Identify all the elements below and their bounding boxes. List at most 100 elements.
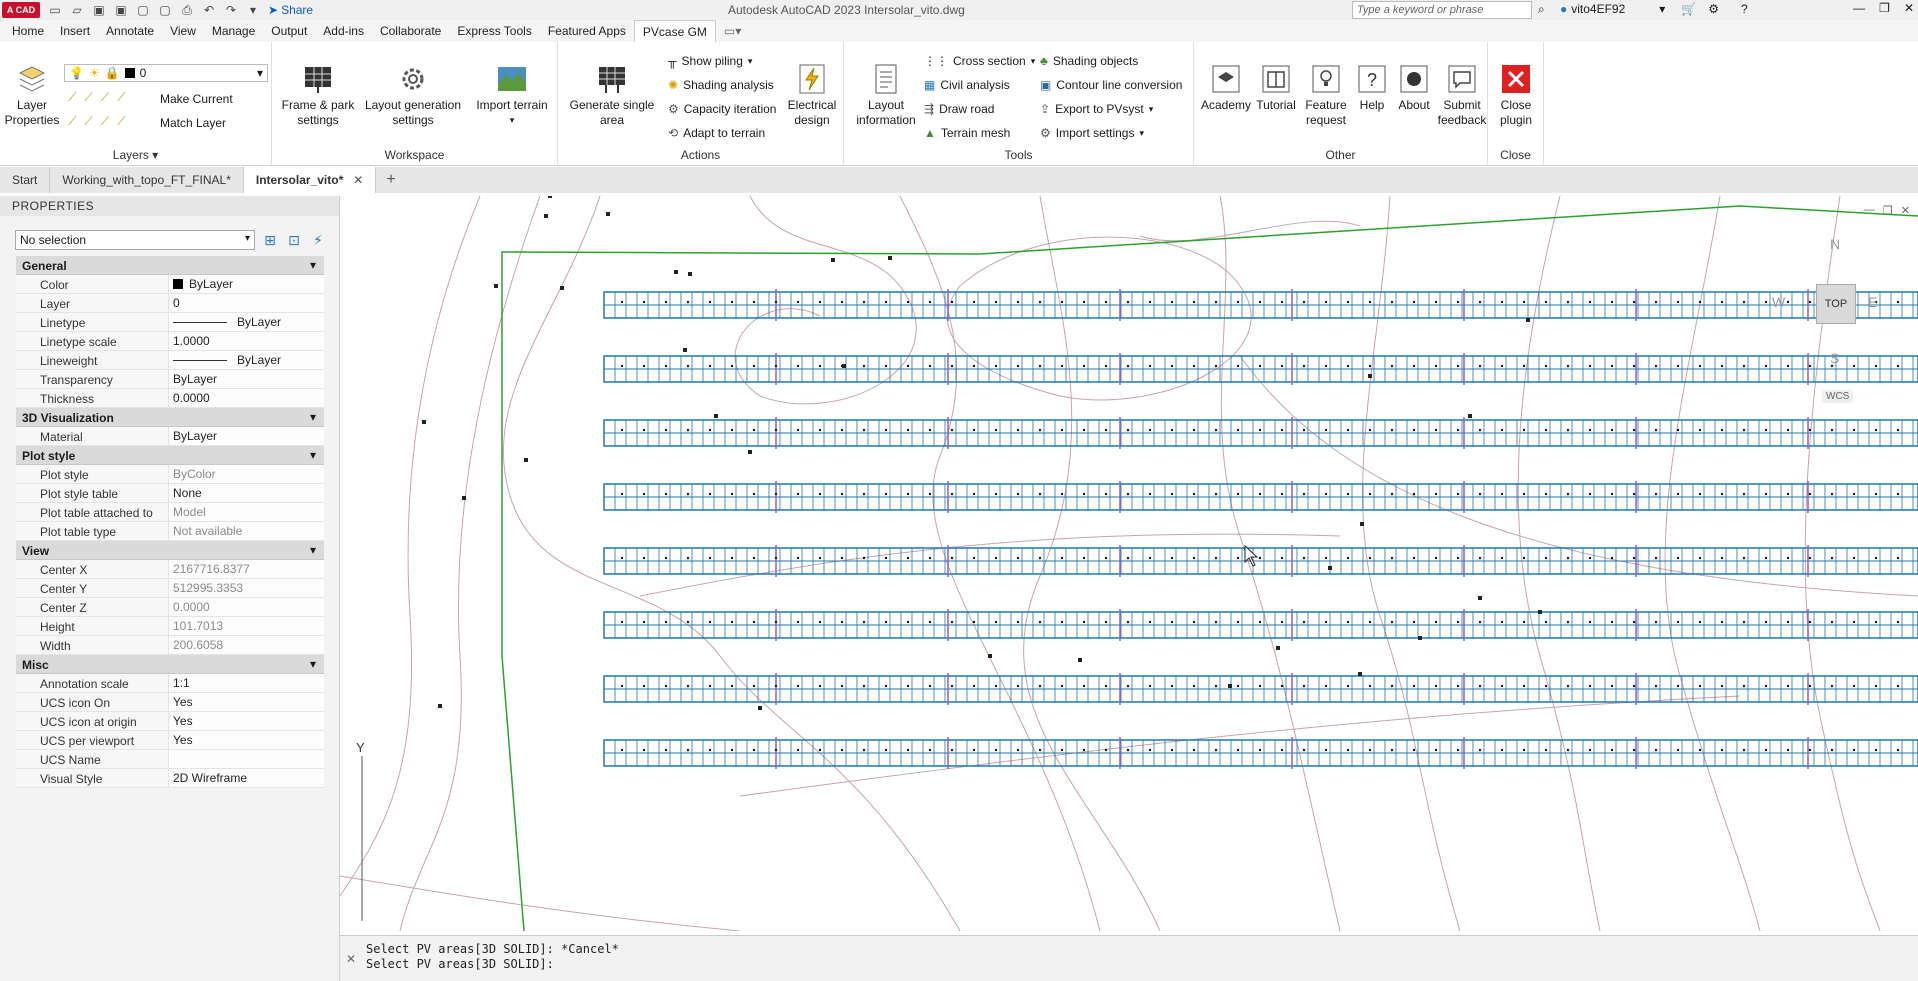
property-value[interactable]: [168, 750, 324, 768]
property-row[interactable]: Center Y 512995.3353: [16, 579, 324, 598]
tab-view[interactable]: View: [162, 20, 204, 42]
layer-properties-button[interactable]: Layer Properties: [5, 62, 59, 128]
tab-express-tools[interactable]: Express Tools: [449, 20, 539, 42]
terrain-mesh-button[interactable]: ▲ Terrain mesh: [924, 126, 1010, 140]
shading-analysis-button[interactable]: ✺ Shading analysis: [668, 78, 774, 92]
submit-feedback-button[interactable]: Submit feedback: [1436, 62, 1488, 128]
property-row[interactable]: UCS icon at origin Yes: [16, 712, 324, 731]
property-value[interactable]: Yes: [168, 712, 324, 730]
new-tab-button[interactable]: +: [376, 171, 405, 189]
generate-single-area-button[interactable]: Generate single area: [562, 62, 662, 128]
tutorial-button[interactable]: Tutorial: [1252, 62, 1300, 113]
toggle-pickadd-icon[interactable]: ⊞: [261, 231, 279, 249]
tab-annotate[interactable]: Annotate: [98, 20, 162, 42]
compass-east[interactable]: E: [1868, 294, 1877, 310]
close-icon[interactable]: ✕: [353, 173, 363, 187]
property-value[interactable]: ByLayer: [168, 313, 324, 331]
share-button[interactable]: ➤ Share: [268, 3, 313, 17]
qat-customize-icon[interactable]: ▾: [244, 2, 262, 18]
about-button[interactable]: About: [1392, 62, 1436, 113]
close-icon[interactable]: ✕: [1904, 1, 1914, 15]
import-terrain-button[interactable]: Import terrain ▾: [470, 62, 554, 128]
property-row[interactable]: Center Z 0.0000: [16, 598, 324, 617]
redo-icon[interactable]: ↷: [222, 2, 240, 18]
property-row[interactable]: Color ByLayer: [16, 275, 324, 294]
property-row[interactable]: Material ByLayer: [16, 427, 324, 446]
new-file-icon[interactable]: ▭: [46, 2, 64, 18]
import-settings-button[interactable]: ⚙ Import settings ▾: [1040, 126, 1144, 140]
web-save-icon[interactable]: ▢: [156, 2, 174, 18]
property-value[interactable]: 0.0000: [168, 598, 324, 616]
section-header[interactable]: Misc: [16, 655, 324, 674]
minimize-icon[interactable]: —: [1864, 204, 1875, 217]
compass-west[interactable]: W: [1772, 294, 1785, 310]
help-button[interactable]: ? Help: [1352, 62, 1392, 113]
show-piling-button[interactable]: ╥ Show piling ▾: [668, 54, 752, 68]
property-value[interactable]: Not available: [168, 522, 324, 540]
layer-tool-icon[interactable]: ⟋: [84, 90, 92, 105]
make-current-button[interactable]: Make Current: [160, 92, 233, 106]
tab-insert[interactable]: Insert: [52, 20, 98, 42]
select-objects-icon[interactable]: ⊡: [285, 231, 303, 249]
search-icon[interactable]: ⌕: [1538, 2, 1545, 17]
property-value[interactable]: 1:1: [168, 674, 324, 692]
cross-section-button[interactable]: ⋮⋮ Cross section ▾: [924, 54, 1035, 68]
layer-tool-icon[interactable]: ⟋: [68, 114, 76, 129]
section-header[interactable]: Plot style: [16, 446, 324, 465]
frame-park-settings-button[interactable]: Frame & park settings: [278, 62, 358, 128]
property-value[interactable]: 101.7013: [168, 617, 324, 635]
draw-road-button[interactable]: ⇶ Draw road: [924, 102, 994, 116]
match-layer-button[interactable]: Match Layer: [160, 116, 226, 130]
plot-icon[interactable]: ⎙: [178, 2, 196, 18]
file-tab-start[interactable]: Start: [0, 167, 51, 193]
tab-output[interactable]: Output: [263, 20, 315, 42]
tab-home[interactable]: Home: [4, 20, 52, 42]
adapt-to-terrain-button[interactable]: ⟲ Adapt to terrain: [668, 126, 765, 140]
file-tab-working-with-topo[interactable]: Working_with_topo_FT_FINAL*: [50, 167, 244, 193]
close-icon[interactable]: ✕: [346, 952, 356, 966]
property-value[interactable]: 200.6058: [168, 636, 324, 654]
section-header[interactable]: 3D Visualization: [16, 408, 324, 427]
close-icon[interactable]: ✕: [1901, 204, 1910, 217]
property-row[interactable]: Annotation scale 1:1: [16, 674, 324, 693]
property-value[interactable]: ByLayer: [168, 275, 324, 293]
layer-tool-icon[interactable]: ⟋: [68, 90, 76, 105]
cart-icon[interactable]: 🛒: [1681, 2, 1696, 16]
viewcube[interactable]: N W TOP E S WCS: [1770, 236, 1880, 403]
layer-tool-icon[interactable]: ⟋: [101, 114, 109, 129]
property-value[interactable]: 0.0000: [168, 389, 324, 407]
property-row[interactable]: Plot table attached to Model: [16, 503, 324, 522]
search-input[interactable]: Type a keyword or phrase: [1352, 1, 1532, 19]
property-row[interactable]: Plot style table None: [16, 484, 324, 503]
panel-title-layers[interactable]: Layers ▾: [0, 148, 271, 162]
property-row[interactable]: Linetype scale 1.0000: [16, 332, 324, 351]
academy-button[interactable]: Academy: [1201, 62, 1251, 113]
file-tab-intersolar-vito[interactable]: Intersolar_vito* ✕: [243, 167, 377, 193]
ribbon-options-icon[interactable]: ▭▾: [716, 20, 749, 42]
command-line[interactable]: ✕ Select PV areas[3D SOLID]: *Cancel* Se…: [340, 935, 1918, 981]
layer-tool-icon[interactable]: ⟋: [84, 114, 92, 129]
tab-featured-apps[interactable]: Featured Apps: [540, 20, 634, 42]
property-row[interactable]: Visual Style 2D Wireframe: [16, 769, 324, 788]
command-prompt-line[interactable]: Select PV areas[3D SOLID]:: [340, 957, 1918, 972]
property-value[interactable]: 0: [168, 294, 324, 312]
property-row[interactable]: Linetype ByLayer: [16, 313, 324, 332]
tab-manage[interactable]: Manage: [204, 20, 263, 42]
property-row[interactable]: Transparency ByLayer: [16, 370, 324, 389]
property-value[interactable]: ByLayer: [168, 351, 324, 369]
layer-tool-icon[interactable]: ⟋: [101, 90, 109, 105]
compass-north[interactable]: N: [1830, 236, 1840, 252]
layer-tool-icon[interactable]: ⟋: [117, 114, 125, 129]
property-value[interactable]: ByLayer: [168, 427, 324, 445]
tab-collaborate[interactable]: Collaborate: [372, 20, 449, 42]
layer-tool-icon[interactable]: ⟋: [117, 90, 125, 105]
property-value[interactable]: 512995.3353: [168, 579, 324, 597]
app-logo[interactable]: A CAD: [2, 2, 40, 18]
property-row[interactable]: Center X 2167716.8377: [16, 560, 324, 579]
property-row[interactable]: Layer 0: [16, 294, 324, 313]
property-value[interactable]: 2167716.8377: [168, 560, 324, 578]
property-value[interactable]: 1.0000: [168, 332, 324, 350]
electrical-design-button[interactable]: Electrical design: [784, 62, 840, 128]
open-file-icon[interactable]: ▱: [68, 2, 86, 18]
restore-icon[interactable]: ❐: [1879, 1, 1890, 15]
